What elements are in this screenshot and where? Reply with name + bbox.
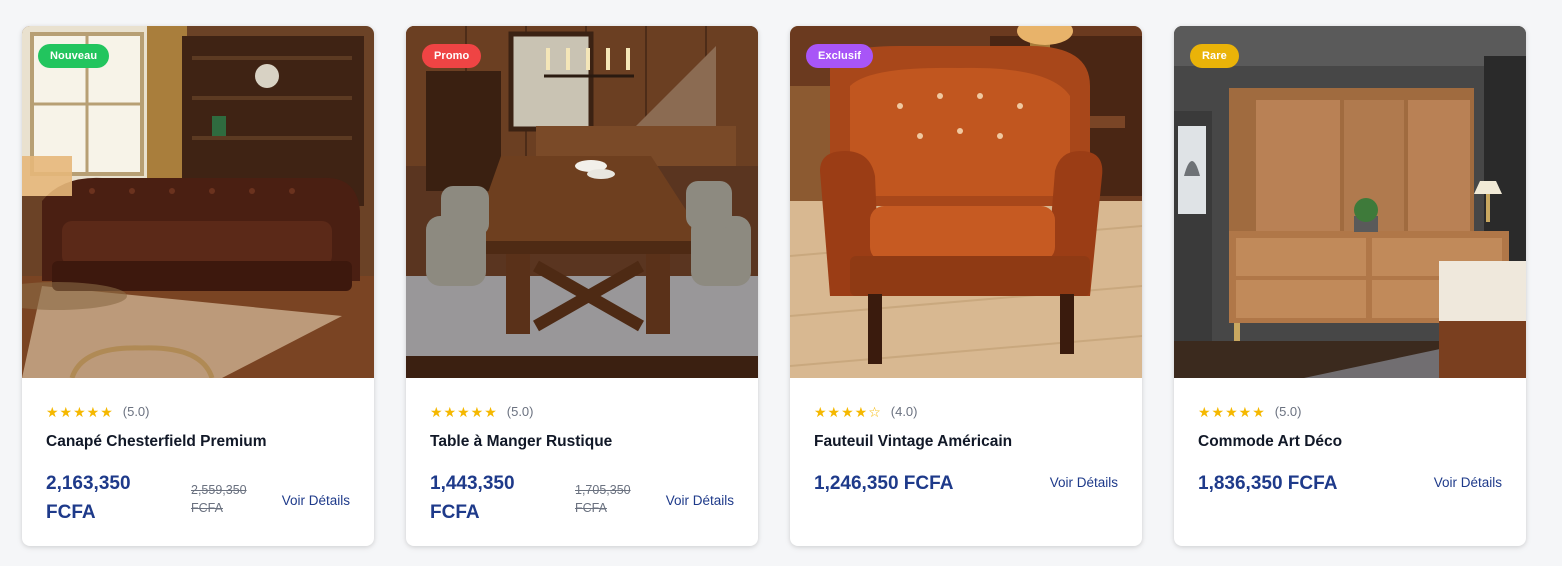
star-rating-icon: ★★★★★ — [1198, 404, 1266, 420]
rating: ★★★★☆ (4.0) — [814, 402, 1118, 422]
rating-score: (4.0) — [890, 404, 918, 419]
product-image[interactable]: Exclusif — [790, 26, 1142, 378]
vintage-armchair-photo — [790, 26, 1142, 378]
view-details-link[interactable]: Voir Détails — [1434, 473, 1502, 493]
product-price: 1,246,350 FCFA — [814, 473, 954, 494]
product-card[interactable]: Nouveau ★★★★★ (5.0) Canapé Chesterfield … — [22, 26, 374, 546]
product-image[interactable]: Promo — [406, 26, 758, 378]
product-card[interactable]: Rare ★★★★★ (5.0) Commode Art Déco 1,836,… — [1174, 26, 1526, 546]
view-details-link[interactable]: Voir Détails — [1050, 473, 1118, 493]
original-price: 1,705,350 FCFA — [575, 483, 631, 515]
product-name[interactable]: Commode Art Déco — [1198, 431, 1502, 453]
product-image[interactable]: Rare — [1174, 26, 1526, 378]
product-card[interactable]: Promo ★★★★★ (5.0) Table à Manger Rustiqu… — [406, 26, 758, 546]
star-rating-icon: ★★★★★ — [46, 404, 114, 420]
chesterfield-sofa-photo — [22, 26, 374, 378]
star-rating-icon: ★★★★★ — [430, 404, 498, 420]
original-price: 2,559,350 FCFA — [191, 483, 247, 515]
star-rating-icon: ★★★★☆ — [814, 404, 882, 420]
product-badge: Exclusif — [806, 44, 873, 68]
rating-score: (5.0) — [122, 404, 150, 419]
product-price: 1,443,350 FCFA — [430, 473, 515, 523]
rustic-dining-table-photo — [406, 26, 758, 378]
rating-score: (5.0) — [1274, 404, 1302, 419]
product-name[interactable]: Canapé Chesterfield Premium — [46, 431, 350, 453]
rating-score: (5.0) — [506, 404, 534, 419]
rating: ★★★★★ (5.0) — [430, 402, 734, 422]
product-badge: Promo — [422, 44, 482, 68]
product-price: 2,163,350 FCFA — [46, 473, 131, 523]
product-name[interactable]: Fauteuil Vintage Américain — [814, 431, 1118, 453]
product-name[interactable]: Table à Manger Rustique — [430, 431, 734, 453]
rating: ★★★★★ (5.0) — [1198, 402, 1502, 422]
product-badge: Nouveau — [38, 44, 110, 68]
product-card[interactable]: Exclusif ★★★★☆ (4.0) Fauteuil Vintage Am… — [790, 26, 1142, 546]
view-details-link[interactable]: Voir Détails — [282, 491, 350, 511]
product-image[interactable]: Nouveau — [22, 26, 374, 378]
product-grid: Nouveau ★★★★★ (5.0) Canapé Chesterfield … — [22, 26, 1526, 546]
rating: ★★★★★ (5.0) — [46, 402, 350, 422]
view-details-link[interactable]: Voir Détails — [666, 491, 734, 511]
product-price: 1,836,350 FCFA — [1198, 473, 1338, 494]
star-empty-icon: ☆ — [868, 404, 882, 420]
art-deco-dresser-photo — [1174, 26, 1526, 378]
product-badge: Rare — [1190, 44, 1239, 68]
